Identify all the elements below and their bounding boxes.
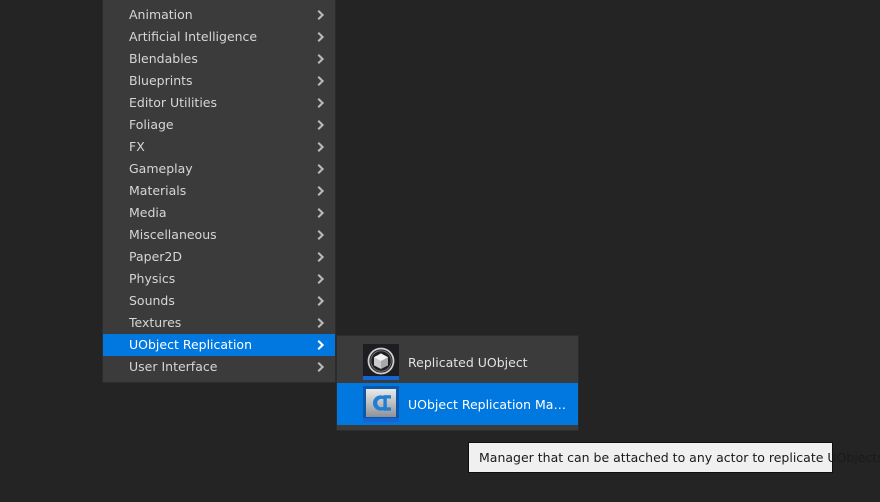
- chevron-right-icon: [315, 163, 327, 175]
- menu-item-label: Sounds: [129, 293, 175, 308]
- chevron-right-icon: [315, 339, 327, 351]
- chevron-right-icon: [315, 31, 327, 43]
- menu-item-label: Blendables: [129, 51, 198, 66]
- chevron-right-icon: [315, 251, 327, 263]
- menu-item-user-interface[interactable]: User Interface: [103, 356, 335, 378]
- cube-in-circle-icon: [363, 344, 399, 380]
- menu-item-label: Media: [129, 205, 167, 220]
- icon-type-underline: [363, 418, 399, 422]
- menu-item-label: Miscellaneous: [129, 227, 217, 242]
- chevron-right-icon: [315, 185, 327, 197]
- chevron-right-icon: [315, 295, 327, 307]
- menu-item-artificial-intelligence[interactable]: Artificial Intelligence: [103, 26, 335, 48]
- menu-item-physics[interactable]: Physics: [103, 268, 335, 290]
- asset-category-menu[interactable]: Animation Artificial Intelligence Blenda…: [102, 0, 336, 383]
- uobject-replication-submenu[interactable]: Replicated UObject UObject Replication M…: [336, 335, 579, 431]
- menu-item-label: Gameplay: [129, 161, 193, 176]
- menu-item-media[interactable]: Media: [103, 202, 335, 224]
- menu-item-blendables[interactable]: Blendables: [103, 48, 335, 70]
- menu-item-uobject-replication[interactable]: UObject Replication: [103, 334, 335, 356]
- chevron-right-icon: [315, 97, 327, 109]
- menu-item-animation[interactable]: Animation: [103, 4, 335, 26]
- chevron-right-icon: [315, 141, 327, 153]
- submenu-item-replicated-uobject[interactable]: Replicated UObject: [337, 341, 578, 383]
- menu-item-foliage[interactable]: Foliage: [103, 114, 335, 136]
- icon-type-underline: [363, 376, 399, 380]
- tooltip-text: Manager that can be attached to any acto…: [479, 450, 880, 465]
- submenu-item-label: Replicated UObject: [408, 354, 528, 370]
- chevron-right-icon: [315, 229, 327, 241]
- menu-item-label: Artificial Intelligence: [129, 29, 258, 44]
- chevron-right-icon: [315, 53, 327, 65]
- menu-item-fx[interactable]: FX: [103, 136, 335, 158]
- menu-item-label: Materials: [129, 183, 187, 198]
- menu-item-label: FX: [129, 139, 145, 154]
- chevron-right-icon: [315, 75, 327, 87]
- menu-item-editor-utilities[interactable]: Editor Utilities: [103, 92, 335, 114]
- blueprint-class-icon: [363, 386, 399, 422]
- menu-item-blueprints[interactable]: Blueprints: [103, 70, 335, 92]
- chevron-right-icon: [315, 317, 327, 329]
- submenu-item-label: UObject Replication Manager: [408, 396, 570, 412]
- menu-item-paper2d[interactable]: Paper2D: [103, 246, 335, 268]
- menu-item-miscellaneous[interactable]: Miscellaneous: [103, 224, 335, 246]
- chevron-right-icon: [315, 9, 327, 21]
- menu-item-label: User Interface: [129, 359, 218, 374]
- menu-item-label: Paper2D: [129, 249, 182, 264]
- menu-item-label: Blueprints: [129, 73, 193, 88]
- menu-item-label: Editor Utilities: [129, 95, 218, 110]
- chevron-right-icon: [315, 207, 327, 219]
- chevron-right-icon: [315, 361, 327, 373]
- menu-item-label: Animation: [129, 7, 193, 22]
- menu-item-gameplay[interactable]: Gameplay: [103, 158, 335, 180]
- menu-item-sounds[interactable]: Sounds: [103, 290, 335, 312]
- menu-item-label: Foliage: [129, 117, 174, 132]
- menu-item-materials[interactable]: Materials: [103, 180, 335, 202]
- menu-item-label: UObject Replication: [129, 337, 253, 352]
- tooltip: Manager that can be attached to any acto…: [468, 442, 880, 473]
- chevron-right-icon: [315, 119, 327, 131]
- menu-item-label: Physics: [129, 271, 176, 286]
- chevron-right-icon: [315, 273, 327, 285]
- submenu-item-uobject-replication-manager[interactable]: UObject Replication Manager: [337, 383, 578, 425]
- menu-item-textures[interactable]: Textures: [103, 312, 335, 334]
- menu-item-label: Textures: [129, 315, 182, 330]
